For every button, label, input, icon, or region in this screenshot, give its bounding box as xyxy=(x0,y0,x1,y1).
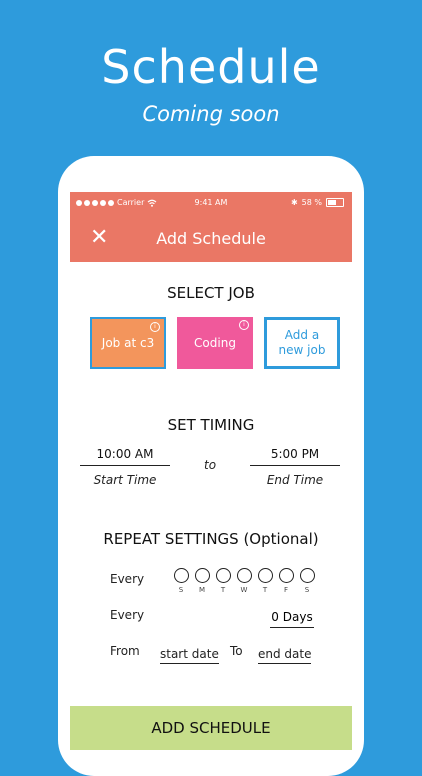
job-card-coding[interactable]: i Coding xyxy=(177,317,253,369)
every-label: Every xyxy=(110,572,145,586)
status-bar: Carrier 9:41 AM ✱ 58 % xyxy=(70,192,352,214)
start-time-field[interactable]: 10:00 AM xyxy=(80,447,170,466)
add-job-label: Add a new job xyxy=(278,328,326,357)
promo-title: Schedule xyxy=(101,40,321,94)
every-interval-label: Every xyxy=(110,608,145,622)
end-time-field[interactable]: 5:00 PM xyxy=(250,447,340,466)
promo-subtitle: Coming soon xyxy=(142,102,280,126)
interval-days-field[interactable]: 0 Days xyxy=(270,610,314,628)
app-screen: Carrier 9:41 AM ✱ 58 % ✕ Add Schedule SE… xyxy=(70,192,352,750)
add-schedule-button[interactable]: ADD SCHEDULE xyxy=(70,706,352,750)
end-time-caption: End Time xyxy=(266,473,324,487)
set-timing-heading: SET TIMING xyxy=(167,416,255,434)
battery-percent: 58 % xyxy=(301,198,322,207)
weekday-selector: S M T W T F S xyxy=(172,568,316,594)
add-new-job-button[interactable]: Add a new job xyxy=(264,317,340,369)
info-icon[interactable]: i xyxy=(150,322,160,332)
weekday-toggle-friday[interactable]: F xyxy=(277,568,295,594)
weekday-toggle-sunday[interactable]: S xyxy=(172,568,190,594)
job-card-job-at-c3[interactable]: i Job at c3 xyxy=(90,317,166,369)
to-date-label: To xyxy=(230,644,243,658)
page-title: Add Schedule xyxy=(156,229,266,248)
battery-icon xyxy=(326,198,344,207)
start-time-caption: Start Time xyxy=(93,473,157,487)
start-date-field[interactable]: start date xyxy=(160,647,219,664)
nav-bar: ✕ Add Schedule xyxy=(70,214,352,262)
info-icon[interactable]: i xyxy=(239,320,249,330)
weekday-toggle-monday[interactable]: M xyxy=(193,568,211,594)
end-date-field[interactable]: end date xyxy=(258,647,312,664)
job-label: Job at c3 xyxy=(101,335,155,350)
select-job-heading: SELECT JOB xyxy=(167,284,255,302)
job-label: Coding xyxy=(194,335,236,350)
weekday-toggle-thursday[interactable]: T xyxy=(256,568,274,594)
weekday-toggle-tuesday[interactable]: T xyxy=(214,568,232,594)
weekday-toggle-saturday[interactable]: S xyxy=(298,568,316,594)
weekday-toggle-wednesday[interactable]: W xyxy=(235,568,253,594)
bluetooth-icon: ✱ xyxy=(290,198,298,207)
from-label: From xyxy=(110,644,140,658)
to-label: to xyxy=(204,458,217,472)
repeat-settings-heading: REPEAT SETTINGS (Optional) xyxy=(103,530,319,548)
